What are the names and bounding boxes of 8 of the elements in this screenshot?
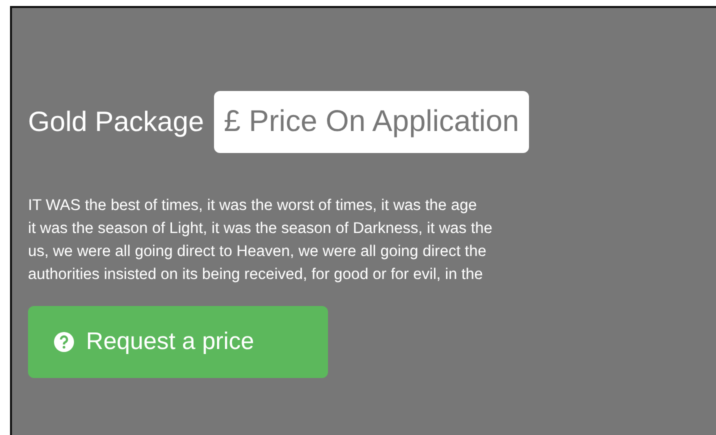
help-icon [54,332,74,352]
description-line: it was the season of Light, it was the season of Darkness, it was the [28,219,494,239]
description-line: authorities insisted on its being received, for good or for evil, in the [28,265,484,285]
description-line: us, we were all going direct to Heaven, we were all going direct the [28,242,488,262]
package-title: Gold Package [28,106,204,138]
description-line: IT WAS the best of times, it was the worst of times, it was the age [28,196,478,216]
price-label: £ Price On Application [214,91,530,153]
request-price-button[interactable]: Request a price [28,306,328,378]
